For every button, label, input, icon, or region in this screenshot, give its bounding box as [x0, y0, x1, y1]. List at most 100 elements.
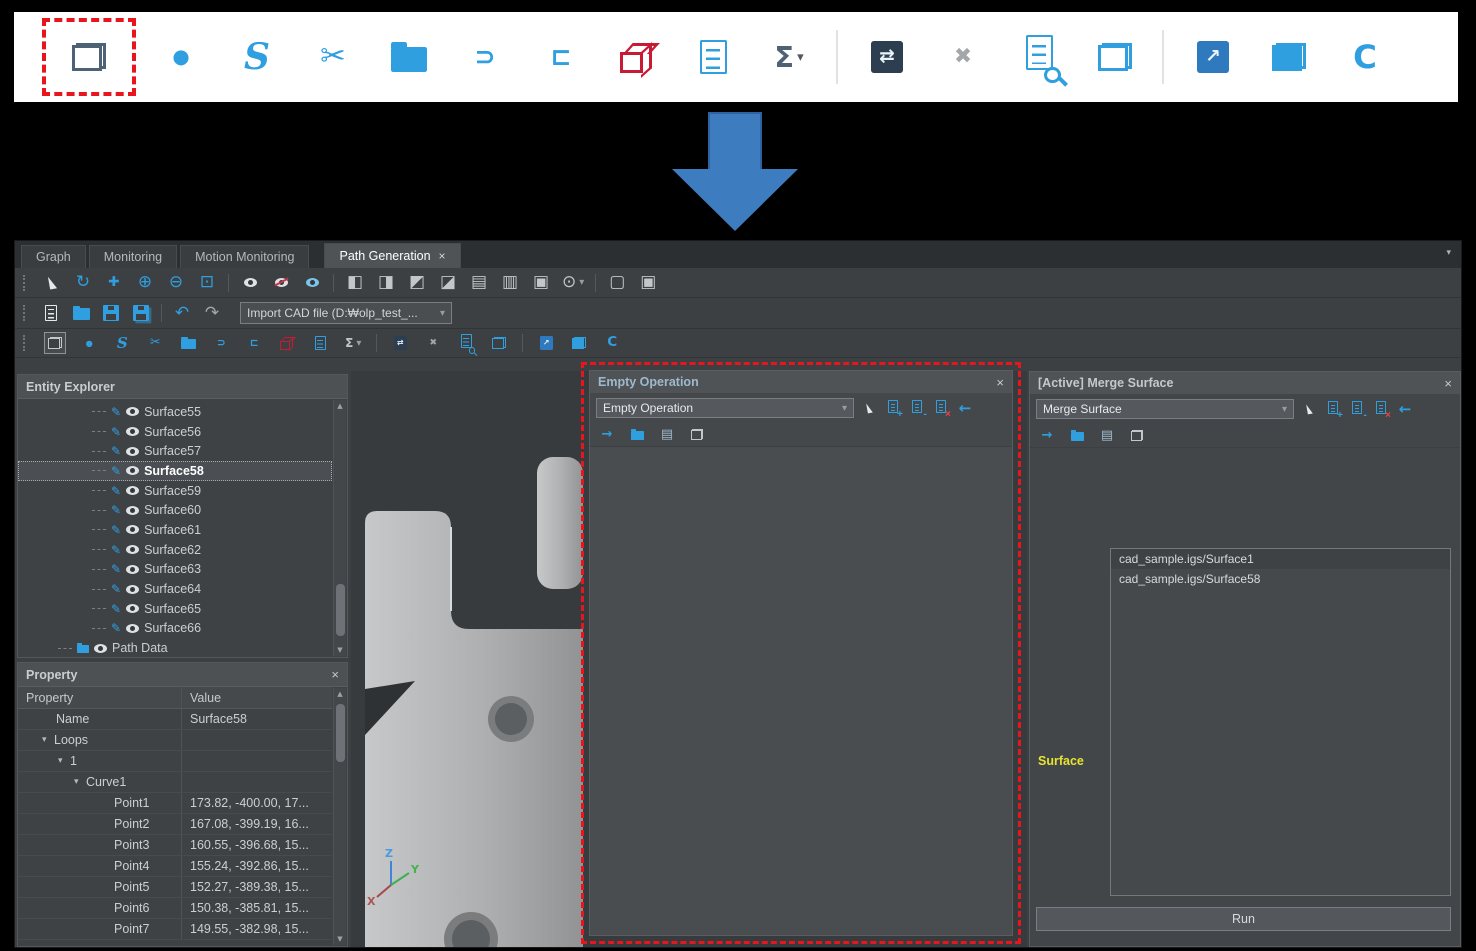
property-row-curve1[interactable]: ▾Curve1 [18, 772, 332, 793]
save-all-button[interactable] [131, 302, 151, 324]
solid-box-button[interactable] [614, 34, 660, 80]
chevron-down-icon[interactable]: ▾ [440, 308, 445, 319]
tree-item-surface59[interactable]: ✎Surface59 [18, 481, 332, 501]
tree-item-surface65[interactable]: ✎Surface65 [18, 599, 332, 619]
view-front-button[interactable]: ◧ [345, 272, 365, 294]
scroll-down-icon[interactable]: ▼ [334, 644, 346, 656]
copy-list-button[interactable] [688, 425, 706, 445]
open-group-button[interactable] [628, 425, 646, 445]
operation-combobox[interactable]: Merge Surface ▾ [1036, 399, 1294, 419]
toolbar-grip[interactable] [23, 275, 27, 291]
chevron-down-icon[interactable]: ▾ [797, 49, 804, 65]
text-document-button[interactable] [690, 34, 736, 80]
text-document-button[interactable] [310, 332, 330, 354]
hide-entity-button[interactable] [271, 272, 291, 294]
add-item-button[interactable]: + [1324, 399, 1342, 419]
property-panel-header[interactable]: Property × [18, 663, 347, 687]
merge-surface-header[interactable]: [Active] Merge Surface × [1030, 372, 1460, 394]
insert-item-button[interactable]: - [908, 398, 926, 418]
eye-icon[interactable] [126, 506, 139, 515]
scrollbar-thumb[interactable] [336, 704, 345, 762]
offset-surface-button[interactable]: ⊃ [211, 332, 231, 354]
apply-selection-button[interactable]: ← [1396, 399, 1414, 419]
close-icon[interactable]: × [331, 667, 339, 682]
arc-tool-button[interactable]: C [602, 332, 622, 354]
select-cursor-button[interactable] [42, 272, 62, 294]
zoom-in-button[interactable]: ⊕ [135, 272, 155, 294]
property-row-point1[interactable]: Point1173.82, -400.00, 17... [18, 793, 332, 814]
create-point-button[interactable]: ● [158, 34, 204, 80]
open-group-button[interactable] [1068, 426, 1086, 446]
create-spline-button[interactable]: S [234, 34, 280, 80]
new-file-button[interactable] [41, 302, 61, 324]
duplicate-surface-button[interactable] [44, 332, 66, 354]
property-row-point5[interactable]: Point5152.27, -389.38, 15... [18, 877, 332, 898]
duplicate-surface-button[interactable] [66, 34, 112, 80]
rotate-view-button[interactable]: ↻ [73, 272, 93, 294]
surface-list-item[interactable]: cad_sample.igs/Surface1 [1111, 549, 1450, 569]
toolbar-grip[interactable] [23, 305, 27, 321]
chevron-down-icon[interactable]: ▾ [356, 338, 361, 349]
single-window-button[interactable]: ▢ [607, 272, 627, 294]
add-from-view-button[interactable]: → [598, 425, 616, 445]
property-row-point4[interactable]: Point4155.24, -392.86, 15... [18, 856, 332, 877]
tab-monitoring[interactable]: Monitoring [89, 245, 177, 268]
transfer-data-button[interactable]: ⇄ [390, 332, 410, 354]
eye-icon[interactable] [126, 624, 139, 633]
tree-item-surface62[interactable]: ✎Surface62 [18, 540, 332, 560]
insert-item-button[interactable]: - [1348, 399, 1366, 419]
create-spline-button[interactable]: S [112, 332, 132, 354]
property-row-loop1[interactable]: ▾1 [18, 751, 332, 772]
chevron-down-icon[interactable]: ▾ [842, 403, 847, 414]
remove-item-button[interactable]: × [932, 398, 950, 418]
show-table-button[interactable]: ▤ [658, 425, 676, 445]
surface-list[interactable]: cad_sample.igs/Surface1 cad_sample.igs/S… [1110, 548, 1451, 896]
tree-item-surface56[interactable]: ✎Surface56 [18, 422, 332, 442]
view-top-button[interactable]: ▤ [469, 272, 489, 294]
create-point-button[interactable]: ● [79, 332, 99, 354]
solid-box-button[interactable] [277, 332, 297, 354]
surface-list-item[interactable]: cad_sample.igs/Surface58 [1111, 569, 1450, 589]
tree-item-surface66[interactable]: ✎Surface66 [18, 619, 332, 639]
eye-icon[interactable] [126, 447, 139, 456]
property-row-point3[interactable]: Point3160.55, -396.68, 15... [18, 835, 332, 856]
zoom-out-button[interactable]: ⊖ [166, 272, 186, 294]
eye-icon[interactable] [126, 545, 139, 554]
add-item-button[interactable]: + [884, 398, 902, 418]
tab-close-icon[interactable]: × [439, 249, 446, 263]
delete-entity-button[interactable]: ✖ [940, 34, 986, 80]
eye-icon[interactable] [126, 486, 139, 495]
save-button[interactable] [101, 302, 121, 324]
show-selected-button[interactable] [302, 272, 322, 294]
eye-icon[interactable] [94, 644, 107, 653]
snapshot-button[interactable]: ⊙▾ [562, 272, 584, 294]
eye-icon[interactable] [126, 604, 139, 613]
toolbar-grip[interactable] [23, 335, 27, 351]
scroll-up-icon[interactable]: ▲ [334, 688, 346, 700]
close-icon[interactable]: × [996, 375, 1004, 390]
pan-view-button[interactable]: ✚ [104, 272, 124, 294]
arrange-windows-button[interactable] [1266, 34, 1312, 80]
export-window-button[interactable]: ↗ [1190, 34, 1236, 80]
undo-button[interactable]: ↶ [172, 302, 192, 324]
add-from-view-button[interactable]: → [1038, 426, 1056, 446]
cad-file-combobox[interactable]: Import CAD file (D:₩olp_test_... ▾ [240, 302, 452, 324]
zoom-fit-button[interactable]: ⊡ [197, 272, 217, 294]
operation-combobox[interactable]: Empty Operation ▾ [596, 398, 854, 418]
extend-surface-button[interactable]: ⊏ [538, 34, 584, 80]
expander-icon[interactable]: ▾ [74, 778, 86, 787]
entity-scrollbar[interactable]: ▲ ▼ [333, 400, 346, 656]
tree-item-surface64[interactable]: ✎Surface64 [18, 579, 332, 599]
tree-item-path-data[interactable]: Path Data [18, 638, 332, 657]
show-table-button[interactable]: ▤ [1098, 426, 1116, 446]
cad-part-model[interactable] [365, 457, 583, 947]
eye-icon[interactable] [126, 565, 139, 574]
trim-knife-button[interactable]: ✂ [310, 34, 356, 80]
extend-surface-button[interactable]: ⊏ [244, 332, 264, 354]
remove-item-button[interactable]: × [1372, 399, 1390, 419]
scroll-up-icon[interactable]: ▲ [334, 400, 346, 412]
copy-list-button[interactable] [1128, 426, 1146, 446]
show-entity-button[interactable] [240, 272, 260, 294]
window-menu-caret-icon[interactable]: ▾ [1446, 249, 1451, 258]
view-right-button[interactable]: ◪ [438, 272, 458, 294]
